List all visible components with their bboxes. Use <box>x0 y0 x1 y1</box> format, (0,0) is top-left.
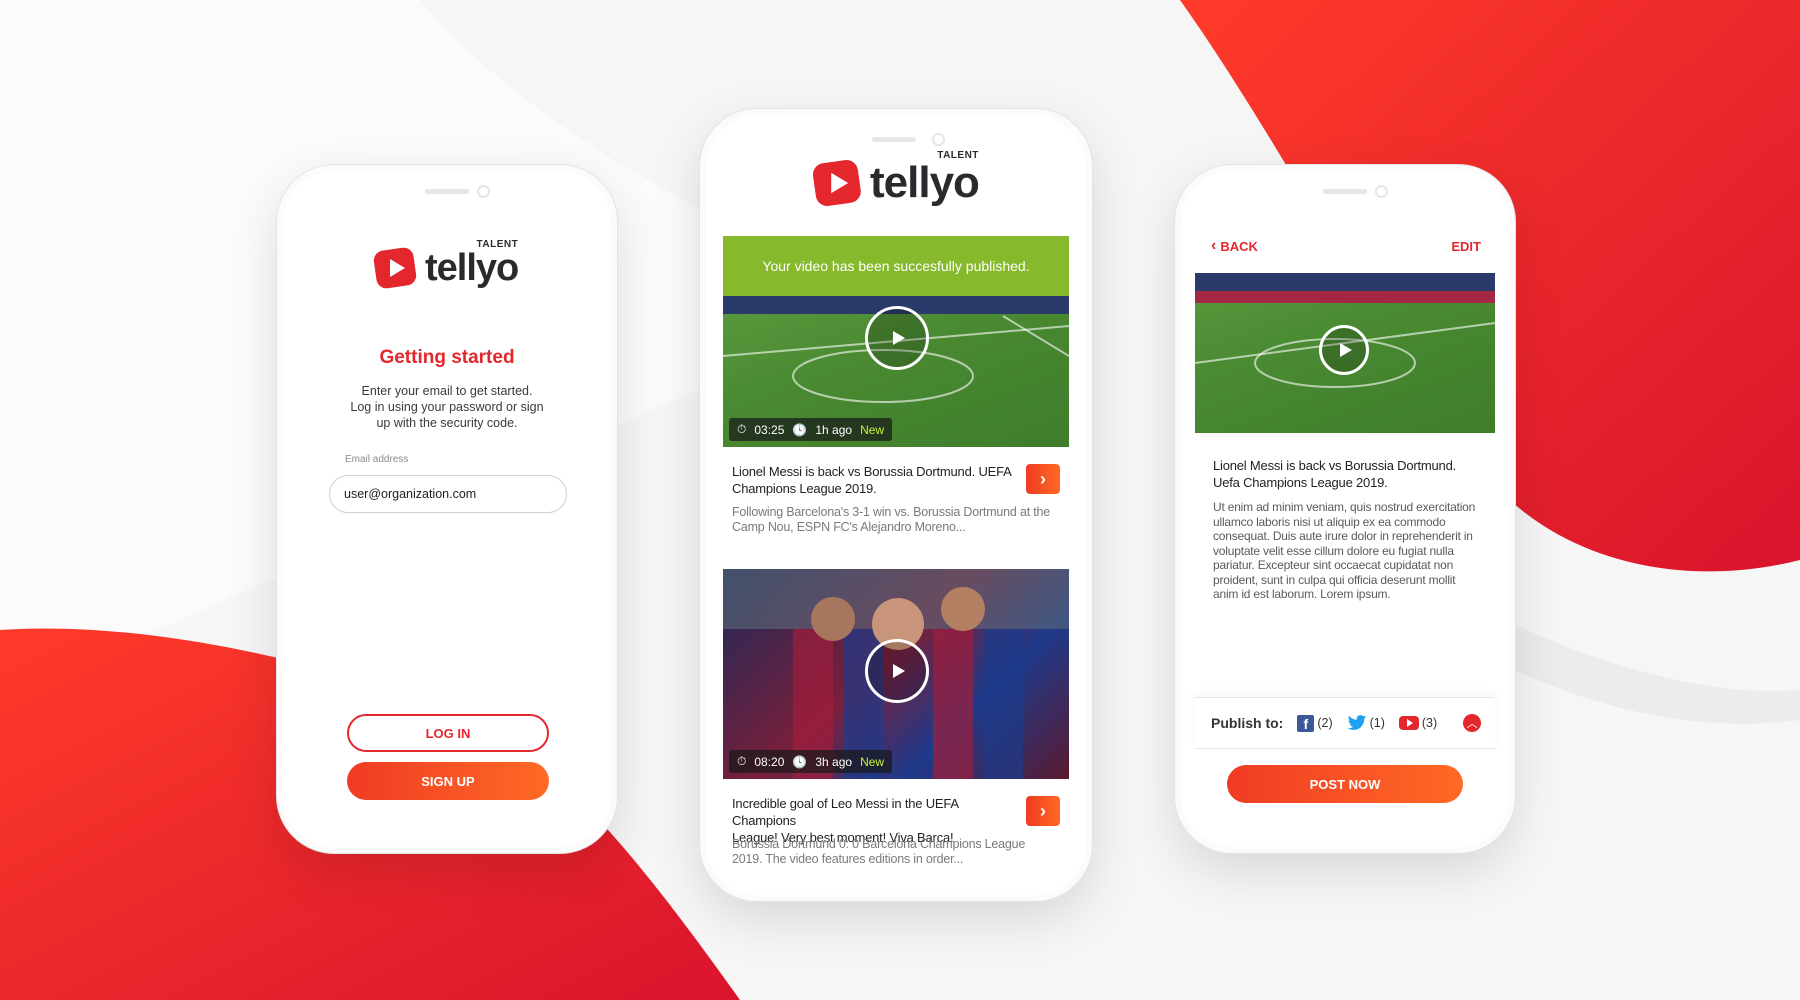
twitter-count: (1) <box>1369 716 1385 730</box>
speaker <box>872 137 916 142</box>
chevron-right-icon: › <box>1040 800 1046 821</box>
play-button[interactable] <box>865 306 929 370</box>
chevron-up-icon: ︿ <box>1466 718 1478 730</box>
speaker <box>425 189 469 194</box>
video-thumbnail[interactable] <box>1195 273 1495 433</box>
back-button[interactable]: ‹ BACK <box>1211 237 1258 255</box>
signup-button[interactable]: SIGN UP <box>347 762 549 800</box>
camera <box>1375 185 1388 198</box>
video-title[interactable]: Lionel Messi is back vs Borussia Dortmun… <box>732 463 1012 497</box>
video-description: Following Barcelona's 3-1 win vs. Boruss… <box>732 505 1051 534</box>
clock-icon: 🕓 <box>792 754 808 769</box>
tellyo-logo-icon <box>812 160 861 206</box>
email-label: Email address <box>345 454 409 465</box>
phone-detail: ‹ BACK EDIT Lionel Messi is back vs Boru… <box>1174 164 1516 854</box>
twitter-toggle[interactable]: (1) <box>1347 714 1385 732</box>
collapse-button[interactable]: ︿ <box>1463 714 1482 732</box>
chevron-right-icon: › <box>1040 468 1046 489</box>
phone-feed: tellyo TALENT Your video has been succes… <box>699 108 1093 902</box>
brand-talent: TALENT <box>937 150 979 161</box>
video-duration: 03:25 <box>754 422 785 437</box>
video-description: Borussia Dortmund 0: 0 Barcelona Champio… <box>732 837 1026 866</box>
clock-icon: 🕓 <box>792 422 808 437</box>
brand-wordmark: tellyo TALENT <box>870 150 980 207</box>
publish-label: Publish to: <box>1211 715 1284 731</box>
video-meta: ⏱ 03:25 🕓 1h ago New <box>729 418 893 441</box>
speaker <box>1323 189 1367 194</box>
video-thumbnail[interactable]: ⏱ 08:20 🕓 3h ago New <box>723 569 1069 779</box>
facebook-toggle[interactable]: f (2) <box>1297 714 1333 732</box>
video-thumbnail[interactable]: ⏱ 03:25 🕓 1h ago New <box>723 296 1069 447</box>
phone-login: tellyo TALENT Getting started Enter your… <box>276 164 618 854</box>
detail-title: Lionel Messi is back vs Borussia Dortmun… <box>1213 458 1457 490</box>
back-label: BACK <box>1220 238 1258 254</box>
twitter-icon <box>1347 714 1366 730</box>
video-age: 1h ago <box>815 422 853 437</box>
facebook-count: (2) <box>1317 716 1333 730</box>
success-banner: Your video has been succesfully publishe… <box>723 236 1069 296</box>
tellyo-logo-icon <box>373 247 417 289</box>
youtube-icon <box>1398 716 1419 730</box>
edit-button[interactable]: EDIT <box>1451 239 1481 254</box>
open-video-button[interactable]: › <box>1026 464 1060 494</box>
detail-body: Ut enim ad minim veniam, quis nostrud ex… <box>1213 500 1476 601</box>
brand-wordmark: tellyo TALENT <box>425 238 519 289</box>
open-video-button[interactable]: › <box>1026 796 1060 826</box>
camera <box>932 133 945 146</box>
play-button[interactable] <box>1319 325 1369 375</box>
new-badge: New <box>860 422 885 437</box>
youtube-toggle[interactable]: (3) <box>1398 716 1438 730</box>
publish-bar: Publish to: f (2) (1) (3) ︿ <box>1195 697 1495 749</box>
login-title: Getting started <box>379 347 515 368</box>
post-now-button[interactable]: POST NOW <box>1227 765 1463 803</box>
video-meta: ⏱ 08:20 🕓 3h ago New <box>729 750 893 773</box>
video-age: 3h ago <box>815 754 853 769</box>
email-value: user@organization.com <box>344 487 477 501</box>
brand-talent: TALENT <box>476 238 519 250</box>
success-message: Your video has been succesfully publishe… <box>762 258 1030 274</box>
youtube-count: (3) <box>1421 716 1438 730</box>
timer-icon: ⏱ <box>737 754 747 768</box>
play-button[interactable] <box>865 639 929 703</box>
email-field[interactable]: user@organization.com <box>329 475 567 513</box>
chevron-left-icon: ‹ <box>1211 237 1217 254</box>
login-button[interactable]: LOG IN <box>347 714 549 752</box>
timer-icon: ⏱ <box>737 422 747 436</box>
facebook-icon: f <box>1297 714 1315 732</box>
video-duration: 08:20 <box>754 754 785 769</box>
new-badge: New <box>860 754 885 769</box>
camera <box>477 185 490 198</box>
login-intro: Enter your email to get started. Log in … <box>350 384 544 430</box>
brand-logo: tellyo TALENT <box>812 150 980 209</box>
brand-logo: tellyo TALENT <box>373 238 519 291</box>
